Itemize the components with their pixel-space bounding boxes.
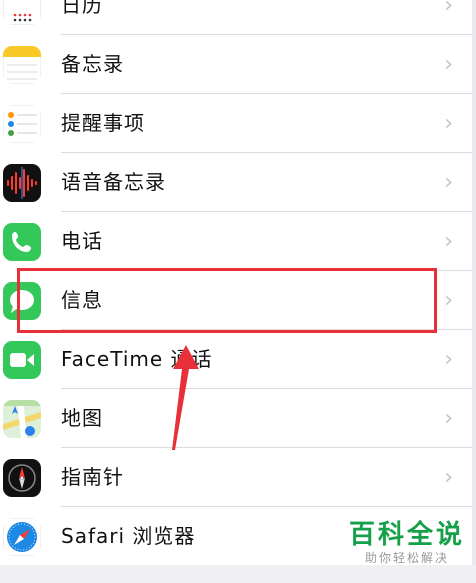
annotation-arrow: [172, 345, 199, 450]
watermark-subtitle: 助你轻松解决: [364, 551, 449, 565]
watermark: 百科全说 助你轻松解决: [347, 520, 467, 566]
watermark-title: 百科全说: [348, 520, 465, 550]
